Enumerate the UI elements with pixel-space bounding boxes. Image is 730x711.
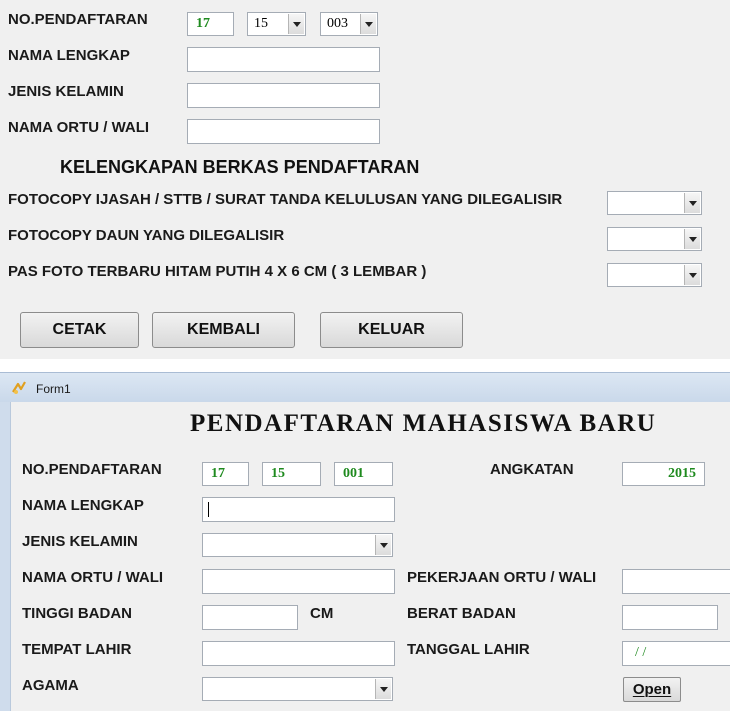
no-pendaftaran-label: NO.PENDAFTARAN	[8, 11, 148, 28]
nama-ortu-input[interactable]	[187, 119, 380, 144]
pekerjaan-ortu-label: PEKERJAAN ORTU / WALI	[407, 569, 597, 586]
tinggi-badan-label: TINGGI BADAN	[22, 605, 132, 622]
tinggi-badan-input[interactable]	[202, 605, 298, 630]
no-pendaftaran-field-3[interactable]: 001	[334, 462, 393, 486]
open-button[interactable]: Open	[623, 677, 681, 702]
chevron-down-icon[interactable]	[684, 193, 700, 213]
tanggal-lahir-input[interactable]: / /	[622, 641, 730, 666]
window-titlebar[interactable]: Form1	[0, 372, 730, 403]
window-left-border	[0, 402, 10, 711]
page-title: PENDAFTARAN MAHASISWA BARU	[190, 410, 657, 437]
chevron-down-icon[interactable]	[288, 14, 304, 34]
doc-pasfoto-label: PAS FOTO TERBARU HITAM PUTIH 4 X 6 CM ( …	[8, 263, 427, 280]
window-title: Form1	[36, 382, 71, 396]
doc-ijasah-combo[interactable]	[607, 191, 702, 215]
no-pendaftaran-combo-2[interactable]: 15	[247, 12, 306, 36]
no-pendaftaran-field-1[interactable]: 17	[202, 462, 249, 486]
jenis-kelamin-label: JENIS KELAMIN	[22, 533, 138, 550]
agama-label: AGAMA	[22, 677, 79, 694]
doc-daun-label: FOTOCOPY DAUN YANG DILEGALISIR	[8, 227, 285, 244]
angkatan-field[interactable]: 2015	[622, 462, 705, 486]
jenis-kelamin-input[interactable]	[187, 83, 380, 108]
nama-lengkap-input[interactable]	[202, 497, 395, 522]
nama-lengkap-label: NAMA LENGKAP	[22, 497, 144, 514]
no-pendaftaran-combo-3[interactable]: 003	[320, 12, 378, 36]
screenshot-separator	[0, 359, 730, 372]
berat-badan-input[interactable]	[622, 605, 718, 630]
nama-lengkap-input[interactable]	[187, 47, 380, 72]
chevron-down-icon[interactable]	[360, 14, 376, 34]
combo-value: 003	[327, 16, 348, 31]
cm-unit-label: CM	[310, 605, 334, 622]
chevron-down-icon[interactable]	[684, 229, 700, 249]
no-pendaftaran-label: NO.PENDAFTARAN	[22, 461, 162, 478]
combo-value: 15	[254, 16, 268, 31]
angkatan-label: ANGKATAN	[490, 461, 574, 478]
nama-ortu-label: NAMA ORTU / WALI	[22, 569, 164, 586]
text-cursor	[208, 502, 209, 517]
keluar-button[interactable]: KELUAR	[320, 312, 463, 348]
doc-daun-combo[interactable]	[607, 227, 702, 251]
doc-ijasah-label: FOTOCOPY IJASAH / STTB / SURAT TANDA KEL…	[8, 191, 563, 208]
berat-badan-label: BERAT BADAN	[407, 605, 516, 622]
nama-ortu-label: NAMA ORTU / WALI	[8, 119, 150, 136]
cetak-button[interactable]: CETAK	[20, 312, 139, 348]
nama-lengkap-label: NAMA LENGKAP	[8, 47, 130, 64]
section-heading: KELENGKAPAN BERKAS PENDAFTARAN	[60, 157, 420, 177]
agama-combo[interactable]	[202, 677, 393, 701]
chevron-down-icon[interactable]	[375, 535, 391, 555]
tempat-lahir-input[interactable]	[202, 641, 395, 666]
jenis-kelamin-label: JENIS KELAMIN	[8, 83, 124, 100]
nama-ortu-input[interactable]	[202, 569, 395, 594]
form-app-icon	[11, 380, 27, 396]
tanggal-lahir-label: TANGGAL LAHIR	[407, 641, 530, 658]
pekerjaan-ortu-input[interactable]	[622, 569, 730, 594]
no-pendaftaran-field-2[interactable]: 15	[262, 462, 321, 486]
doc-pasfoto-combo[interactable]	[607, 263, 702, 287]
chevron-down-icon[interactable]	[375, 679, 391, 699]
jenis-kelamin-combo[interactable]	[202, 533, 393, 557]
kembali-button[interactable]: KEMBALI	[152, 312, 295, 348]
no-pendaftaran-field-1[interactable]: 17	[187, 12, 234, 36]
chevron-down-icon[interactable]	[684, 265, 700, 285]
tempat-lahir-label: TEMPAT LAHIR	[22, 641, 132, 658]
